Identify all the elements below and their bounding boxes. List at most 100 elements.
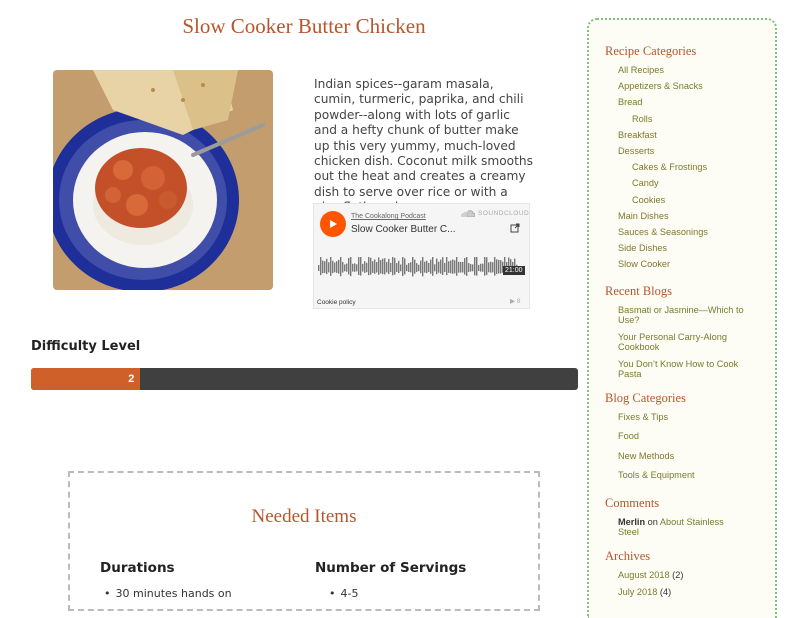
recent-blog-link-cont[interactable]: Pasta (618, 369, 642, 379)
waveform-bar (320, 257, 322, 276)
podcast-artist-link[interactable]: The Cookalong Podcast (351, 213, 426, 220)
waveform-bar (462, 261, 464, 273)
waveform-bar (386, 262, 388, 273)
waveform-bar (412, 257, 414, 277)
difficulty-label: Difficulty Level (31, 339, 141, 354)
archive-count: (4) (657, 587, 672, 597)
recipe-category-link[interactable]: Main Dishes (618, 211, 669, 221)
recipe-category-link[interactable]: Side Dishes (618, 243, 667, 253)
recipe-category-link[interactable]: Slow Cooker (618, 259, 670, 269)
recent-blog-link[interactable]: You Don’t Know How to Cook (618, 359, 738, 369)
waveform-bar (454, 260, 456, 274)
cookie-policy-link[interactable]: Cookie policy (317, 299, 356, 306)
waveform[interactable] (318, 257, 524, 279)
waveform-bar (376, 262, 378, 273)
durations-heading: Durations (100, 560, 175, 576)
waveform-bar (442, 257, 444, 275)
recipe-category-link[interactable]: Breakfast (618, 130, 657, 140)
waveform-bar (410, 262, 412, 273)
waveform-bar (430, 259, 432, 274)
recent-blog-link-cont[interactable]: Use? (618, 315, 639, 325)
waveform-bar (466, 257, 468, 276)
recipe-category-link[interactable]: All Recipes (618, 65, 664, 75)
waveform-bar (450, 260, 452, 274)
waveform-bar (500, 260, 502, 274)
waveform-bar (470, 264, 472, 272)
recent-blog-link[interactable]: Your Personal Carry-Along (618, 332, 727, 342)
waveform-bar (420, 260, 422, 274)
waveform-bar (336, 261, 338, 273)
waveform-bar (324, 261, 326, 273)
waveform-bar (490, 261, 492, 273)
waveform-bar (356, 264, 358, 272)
main-content: Slow Cooker Butter Chicken Indian spices… (0, 0, 590, 611)
soundcloud-brand[interactable]: SOUNDCLOUD (461, 210, 529, 217)
comment-author[interactable]: Merlin (618, 517, 645, 527)
blog-category-link[interactable]: Tools & Equipment (618, 470, 695, 480)
recipe-category-link[interactable]: Candy (632, 178, 659, 188)
waveform-bar (370, 257, 372, 275)
waveform-bar (378, 257, 380, 275)
waveform-bar (494, 257, 496, 276)
waveform-bar (382, 258, 384, 275)
needed-items-title: Needed Items (251, 506, 357, 527)
recipe-category-link[interactable]: Cookies (632, 195, 665, 205)
recipe-photo (53, 70, 273, 290)
waveform-bar (402, 257, 404, 277)
servings-heading: Number of Servings (315, 560, 467, 576)
recent-blog-link-cont[interactable]: Cookbook (618, 342, 659, 352)
waveform-bar (348, 257, 350, 275)
waveform-bar (344, 264, 346, 272)
play-button[interactable] (320, 211, 346, 237)
servings-list: 4-5 (329, 587, 359, 600)
recipe-category-link[interactable]: Bread (618, 97, 643, 107)
recipe-category-link[interactable]: Desserts (618, 146, 654, 156)
waveform-bar (408, 263, 410, 272)
archive-link[interactable]: August 2018 (2) (618, 570, 683, 580)
waveform-bar (482, 263, 484, 272)
play-count: 8 (516, 298, 521, 305)
waveform-bar (374, 259, 376, 274)
play-icon (330, 220, 337, 228)
comment-on-text: on (647, 517, 658, 527)
waveform-bar (484, 257, 486, 276)
recipe-category-link[interactable]: Cakes & Frostings (632, 162, 707, 172)
waveform-bar (486, 257, 488, 275)
waveform-bar (436, 258, 438, 275)
share-icon[interactable] (510, 223, 520, 233)
comment-post-link-line2[interactable]: Steel (618, 527, 639, 537)
recipe-category-link[interactable]: Sauces & Seasonings (618, 227, 708, 237)
waveform-bar (478, 264, 480, 272)
track-title[interactable]: Slow Cooker Butter C... (351, 224, 471, 235)
blog-category-link[interactable]: Food (618, 431, 639, 441)
waveform-bar (434, 264, 436, 272)
waveform-bar (346, 263, 348, 272)
waveform-bar (440, 259, 442, 274)
waveform-bar (404, 258, 406, 275)
waveform-bar (334, 262, 336, 273)
archive-link[interactable]: July 2018 (4) (618, 587, 671, 597)
difficulty-bar: 2 (31, 368, 578, 390)
recipe-category-link[interactable]: Rolls (632, 114, 652, 124)
waveform-bar (468, 263, 470, 272)
waveform-bar (338, 259, 340, 274)
waveform-bar (418, 264, 420, 272)
waveform-bar (354, 263, 356, 272)
waveform-bar (422, 257, 424, 277)
waveform-bar (488, 262, 490, 273)
waveform-bar (362, 263, 364, 272)
waveform-bar (406, 264, 408, 272)
recent-blog-link[interactable]: Basmati or Jasmine—Which to (618, 305, 744, 315)
waveform-bar (392, 257, 394, 276)
waveform-bar (428, 262, 430, 273)
archive-count: (2) (669, 570, 684, 580)
waveform-bar (480, 263, 482, 272)
waveform-bar (328, 262, 330, 273)
blog-category-link[interactable]: New Methods (618, 451, 674, 461)
blog-category-link[interactable]: Fixes & Tips (618, 412, 668, 422)
comment-post-link-line1[interactable]: About Stainless (660, 517, 724, 527)
list-item: 4-5 (329, 587, 359, 600)
recipe-category-link[interactable]: Appetizers & Snacks (618, 81, 703, 91)
waveform-bar (460, 261, 462, 273)
blog-categories-heading: Blog Categories (605, 391, 686, 405)
